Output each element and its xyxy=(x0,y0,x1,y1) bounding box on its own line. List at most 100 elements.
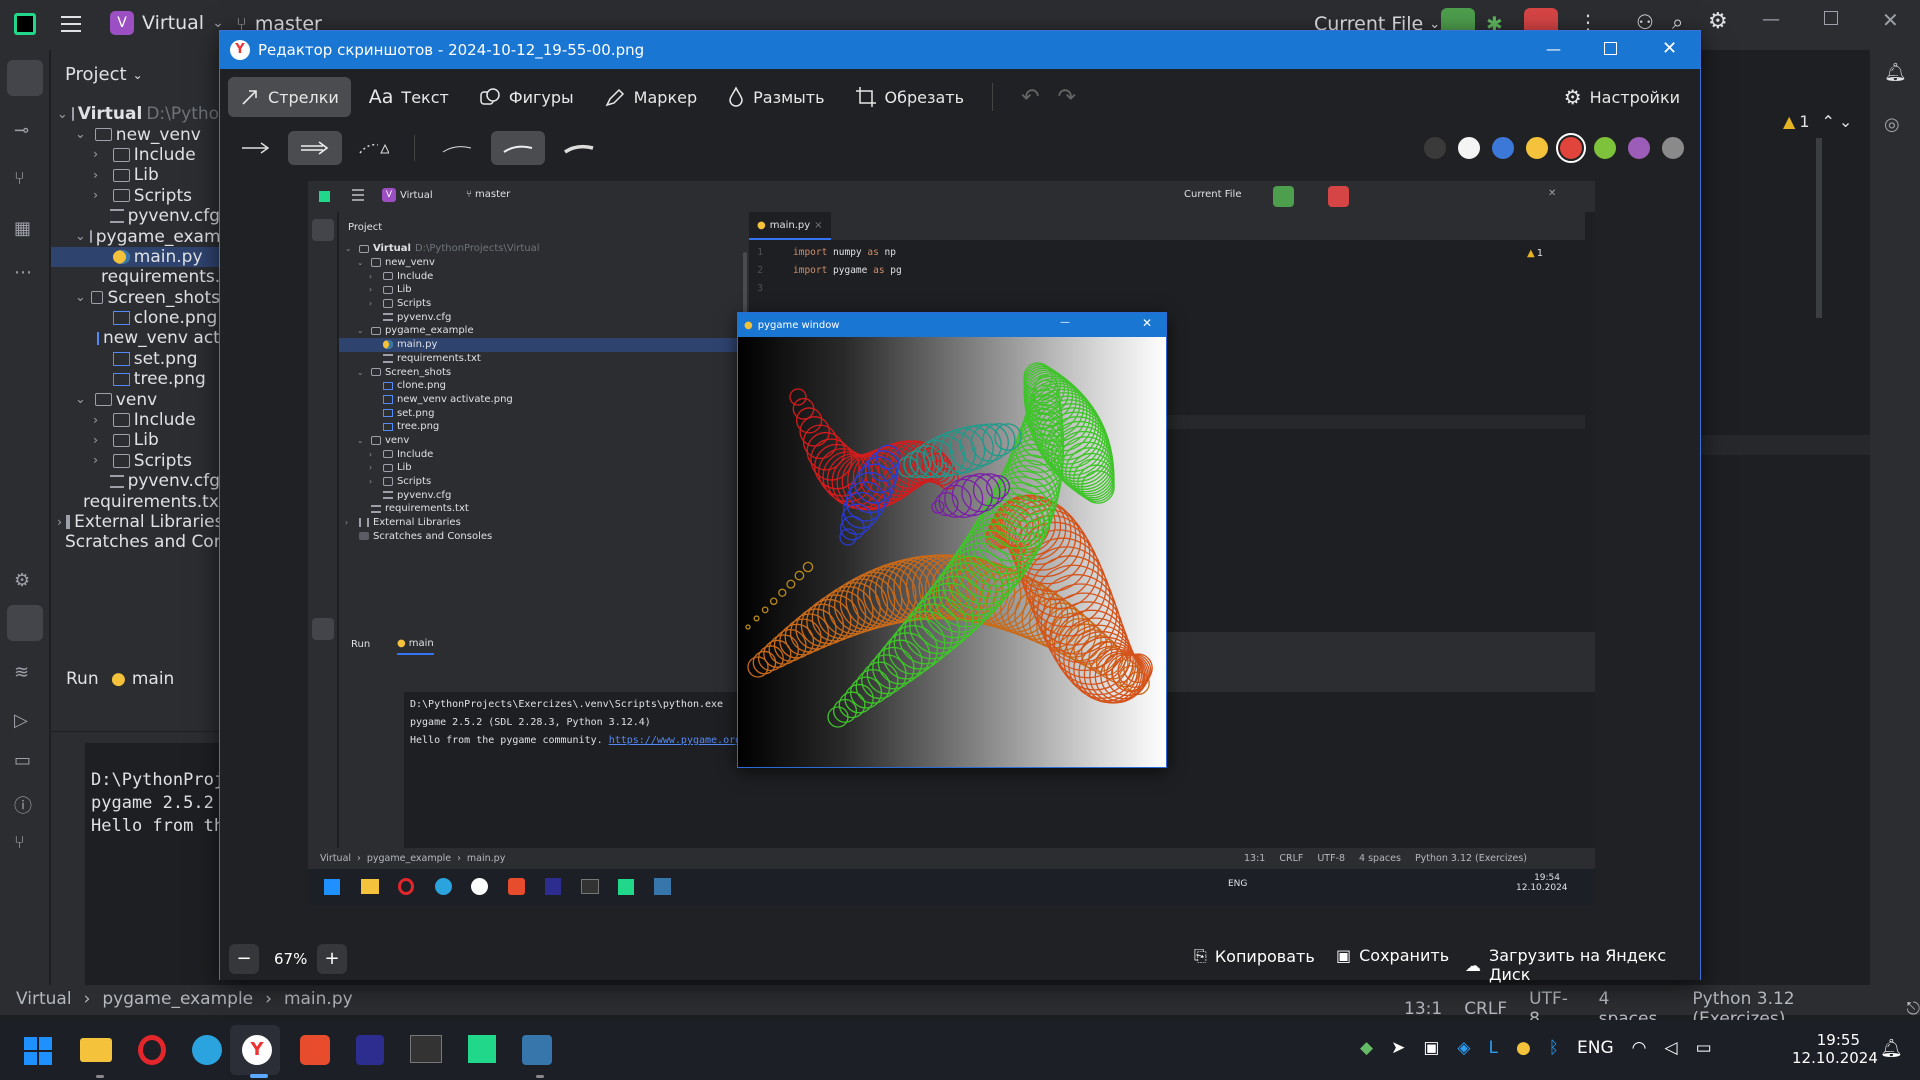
arrow-style-dotted-icon[interactable] xyxy=(354,131,394,165)
tree-item[interactable]: tree.png xyxy=(51,369,220,389)
chevron-right-icon[interactable]: › xyxy=(57,515,62,530)
chevron-down-icon[interactable]: ⌄ xyxy=(357,368,367,377)
chevron-right-icon[interactable]: › xyxy=(369,463,379,472)
pycharm-taskbar-icon[interactable] xyxy=(618,879,634,895)
terminal-icon[interactable]: ▭ xyxy=(14,750,31,771)
tree-item[interactable]: requirements.txt xyxy=(51,491,220,512)
caret-position[interactable]: 13:1 xyxy=(1244,853,1265,864)
lock-icon[interactable]: ⎋ xyxy=(1907,999,1920,1019)
tray-defender-icon[interactable]: ◈ xyxy=(1457,1038,1470,1058)
app-icon[interactable] xyxy=(545,878,561,895)
language-indicator[interactable]: ENG xyxy=(1228,879,1247,889)
project-panel-label[interactable]: Project xyxy=(348,222,382,233)
close-icon[interactable]: ✕ xyxy=(1142,316,1152,330)
python-taskbar-icon[interactable] xyxy=(522,1035,552,1065)
line-width-thin-icon[interactable] xyxy=(435,131,479,165)
chevron-down-icon[interactable]: ⌄ xyxy=(75,290,87,305)
terminal-app-icon[interactable] xyxy=(581,879,599,894)
tray-nvidia-icon[interactable]: ◆ xyxy=(1360,1038,1373,1058)
start-icon[interactable] xyxy=(24,1037,52,1065)
chevron-right-icon[interactable]: › xyxy=(93,168,109,183)
yandex-browser-icon[interactable] xyxy=(471,878,488,895)
tree-item[interactable]: › Lib xyxy=(51,165,220,185)
tree-item[interactable]: › Lib xyxy=(339,461,749,475)
zoom-in-button[interactable]: + xyxy=(317,944,347,974)
tree-item[interactable]: › Include xyxy=(339,447,749,461)
maximize-icon[interactable] xyxy=(1604,42,1617,55)
pycharm-taskbar-icon[interactable] xyxy=(468,1035,496,1063)
tree-item[interactable]: clone.png xyxy=(51,308,220,328)
upload-yandex-disk-button[interactable]: ☁ Загрузить на Яндекс Диск xyxy=(1465,946,1700,984)
tree-item[interactable]: ⌄ VirtualD:\PythonProjects\Virtual xyxy=(51,104,220,124)
tree-item[interactable]: main.py xyxy=(339,337,749,352)
tree-item[interactable]: › Include xyxy=(339,269,749,283)
run-tool-icon[interactable] xyxy=(7,605,43,641)
minimize-icon[interactable]: — xyxy=(1546,40,1561,58)
volume-icon[interactable]: ◁ xyxy=(1664,1038,1677,1058)
tree-item[interactable]: ⌄ venv xyxy=(51,389,220,410)
breadcrumb-item[interactable]: Virtual xyxy=(16,989,72,1009)
language-indicator[interactable]: ENG xyxy=(1577,1038,1614,1058)
python-packages-icon[interactable]: ⚙ xyxy=(14,570,30,591)
chevron-right-icon[interactable]: › xyxy=(93,147,109,162)
breadcrumb-item[interactable]: main.py xyxy=(284,989,353,1009)
chevron-right-icon[interactable]: › xyxy=(93,433,109,448)
close-icon[interactable]: ✕ xyxy=(1662,38,1677,59)
tree-item[interactable]: › Lib xyxy=(339,283,749,297)
tool-blur[interactable]: Размыть xyxy=(715,77,836,117)
arrow-style-thick-icon[interactable] xyxy=(288,131,342,165)
project-switcher[interactable]: V Virtual ⌄ xyxy=(110,11,224,35)
tree-item[interactable]: requirements.txt xyxy=(51,267,220,287)
chevron-right-icon[interactable]: › xyxy=(93,188,109,203)
rerun-icon[interactable] xyxy=(1273,186,1294,207)
wps-icon[interactable] xyxy=(300,1035,330,1065)
chevron-right-icon[interactable]: › xyxy=(93,453,109,468)
arrow-style-thin-icon[interactable] xyxy=(236,131,276,165)
tree-item[interactable]: › Scripts xyxy=(51,186,220,206)
run-config-tab[interactable]: ● main xyxy=(111,669,174,689)
run-tab-label[interactable]: Run xyxy=(351,639,370,650)
run-config-selector[interactable]: Current File xyxy=(1184,189,1241,200)
tray-l-icon[interactable]: L xyxy=(1488,1038,1497,1058)
color-swatch[interactable] xyxy=(1627,136,1651,160)
code-view[interactable]: 1 import numpy as np 2 import pygame as pg… xyxy=(749,244,901,298)
ai-assistant-icon[interactable]: ◎ xyxy=(1884,114,1900,135)
color-swatch[interactable] xyxy=(1491,136,1515,160)
tool-text[interactable]: Aa Текст xyxy=(357,77,461,117)
save-button[interactable]: ▣ Сохранить xyxy=(1336,946,1449,965)
wps-icon[interactable] xyxy=(508,878,525,895)
minimize-icon[interactable]: — xyxy=(1762,9,1780,30)
chevron-right-icon[interactable]: › xyxy=(93,413,109,428)
structure-icon[interactable]: ▦ xyxy=(14,218,31,239)
color-swatch[interactable] xyxy=(1525,136,1549,160)
tool-marker[interactable]: Маркер xyxy=(592,77,709,117)
tree-item[interactable]: Scratches and Consoles xyxy=(339,529,749,543)
stop-icon[interactable] xyxy=(1328,186,1349,207)
line-separator[interactable]: CRLF xyxy=(1279,853,1303,864)
line-separator[interactable]: CRLF xyxy=(1464,999,1507,1019)
chevron-down-icon[interactable]: ⌄ xyxy=(75,392,91,407)
pygame-window[interactable]: ● pygame window — ✕ xyxy=(737,312,1167,768)
tree-item[interactable]: set.png xyxy=(339,406,749,420)
tree-item[interactable]: › Include xyxy=(51,145,220,165)
breadcrumb-item[interactable]: main.py xyxy=(467,853,505,864)
tray-chrome-icon[interactable]: ● xyxy=(1516,1038,1531,1058)
bluetooth-icon[interactable]: ᛒ xyxy=(1549,1038,1559,1058)
tree-item[interactable]: › Include xyxy=(51,410,220,430)
notification-bell-icon[interactable]: 🔔︎ xyxy=(1880,1038,1903,1059)
close-icon[interactable]: ✕ xyxy=(1882,8,1899,32)
tray-telegram-icon[interactable]: ➤ xyxy=(1391,1038,1405,1058)
copy-button[interactable]: ⎘ Копировать xyxy=(1194,946,1315,966)
tree-item[interactable]: › External Libraries xyxy=(51,512,220,532)
screenshot-canvas[interactable]: V Virtual ⑂ master Current File ✕ Project … xyxy=(308,181,1595,905)
caret-position[interactable]: 13:1 xyxy=(1404,999,1442,1019)
app-icon[interactable] xyxy=(356,1035,384,1065)
tree-item[interactable]: › Scripts xyxy=(339,297,749,311)
tree-item[interactable]: › Scripts xyxy=(51,451,220,471)
tree-item[interactable]: requirements.txt xyxy=(339,352,749,366)
chevron-right-icon[interactable]: › xyxy=(369,272,379,281)
tree-item[interactable]: ⌄ new_venv xyxy=(339,256,749,270)
tree-item[interactable]: pyvenv.cfg xyxy=(339,488,749,502)
branch-switcher[interactable]: ⑂ master xyxy=(466,189,510,200)
tree-item[interactable]: › Lib xyxy=(51,430,220,450)
